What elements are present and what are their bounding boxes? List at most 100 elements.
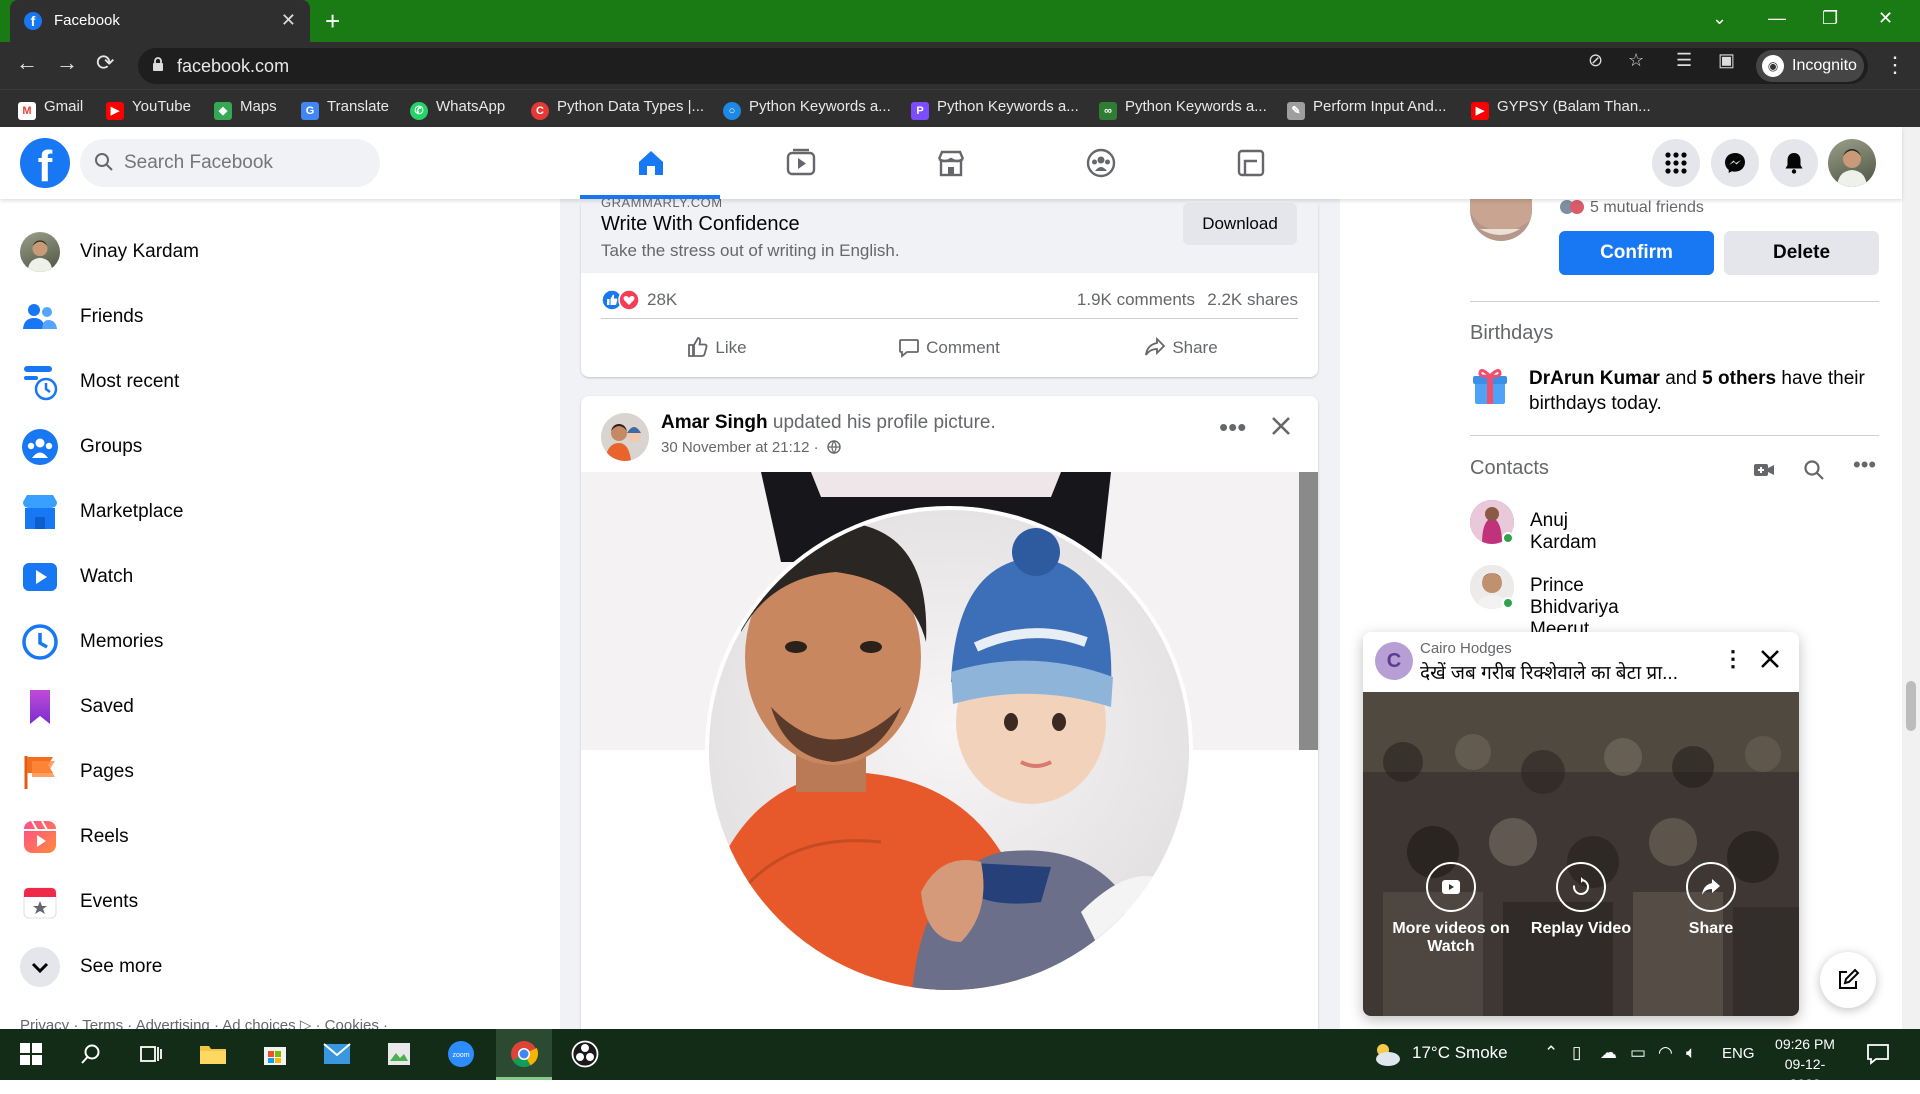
birthday-text[interactable]: DrArun Kumar and 5 others have their bir… xyxy=(1529,366,1879,416)
delete-button[interactable]: Delete xyxy=(1724,231,1879,275)
url-bar[interactable]: facebook.com xyxy=(138,48,1868,84)
back-icon[interactable]: ← xyxy=(16,50,38,76)
close-window-icon[interactable]: ✕ xyxy=(1878,8,1893,29)
sidebar-item-pages[interactable]: Pages xyxy=(18,744,438,800)
search-box[interactable] xyxy=(80,139,380,187)
task-view-icon[interactable] xyxy=(136,1039,166,1069)
sidebar-item-saved[interactable]: Saved xyxy=(18,679,438,735)
messenger-button[interactable] xyxy=(1711,139,1759,187)
taskbar-search-icon[interactable] xyxy=(76,1039,106,1069)
show-hidden-icons[interactable]: ⌃ xyxy=(1544,1043,1558,1063)
ad-link-preview[interactable]: GRAMMARLY.COM Write With Confidence Take… xyxy=(581,195,1318,273)
replay-video-button[interactable]: Replay Video xyxy=(1511,862,1651,938)
new-room-icon[interactable] xyxy=(1752,458,1776,487)
restore-icon[interactable]: ❐ xyxy=(1822,8,1838,29)
sidebar-item-marketplace[interactable]: Marketplace xyxy=(18,484,438,540)
sidebar-profile[interactable]: Vinay Kardam xyxy=(18,224,438,280)
volume-icon[interactable]: 🔈︎ xyxy=(1686,1043,1696,1063)
scrollbar-thumb[interactable] xyxy=(1906,681,1916,731)
sidebar-item-groups[interactable]: Groups xyxy=(18,419,438,475)
friend-request-avatar[interactable] xyxy=(1470,199,1532,241)
weather-text[interactable]: 17°C Smoke xyxy=(1412,1043,1508,1063)
bookmark-whatsapp[interactable]: ✆ WhatsApp xyxy=(410,98,505,120)
wifi-icon[interactable]: ◠ xyxy=(1658,1043,1673,1063)
zoom-icon[interactable]: zoom xyxy=(446,1039,476,1069)
channel-name[interactable]: Cairo Hodges xyxy=(1420,640,1512,657)
mutual-friends-row[interactable]: 5 mutual friends xyxy=(1560,199,1704,217)
browser-menu-icon[interactable]: ⋮ xyxy=(1884,52,1906,78)
file-explorer-icon[interactable] xyxy=(198,1039,228,1069)
comment-button[interactable]: Comment xyxy=(833,326,1065,370)
see-more-button[interactable]: See more xyxy=(18,939,438,995)
battery-icon[interactable]: ▭ xyxy=(1630,1043,1646,1063)
tab-marketplace[interactable] xyxy=(880,127,1020,199)
hide-post-icon[interactable] xyxy=(1269,414,1293,443)
birthday-others[interactable]: 5 others xyxy=(1702,368,1776,389)
tab-watch[interactable] xyxy=(730,127,870,199)
new-message-button[interactable] xyxy=(1820,952,1876,1008)
reactions-count[interactable]: 28K xyxy=(647,290,677,310)
bookmark-python-keywords-2[interactable]: P Python Keywords a... xyxy=(911,98,1079,120)
bookmark-python-keywords-3[interactable]: ∞ Python Keywords a... xyxy=(1099,98,1267,120)
bookmark-python-data-types[interactable]: C Python Data Types |... xyxy=(531,98,704,120)
language-indicator[interactable]: ENG xyxy=(1722,1045,1755,1062)
chrome-taskbar-button[interactable] xyxy=(496,1029,552,1080)
sidebar-item-memories[interactable]: Memories xyxy=(18,614,438,670)
bookmark-translate[interactable]: G Translate xyxy=(301,98,389,120)
like-button[interactable]: Like xyxy=(601,326,833,370)
birthday-name[interactable]: DrArun Kumar xyxy=(1529,368,1660,389)
post-timestamp[interactable]: 30 November at 21:12 · xyxy=(661,439,819,456)
forward-icon[interactable]: → xyxy=(56,50,78,76)
video-options-icon[interactable]: ⋮ xyxy=(1722,646,1744,672)
close-video-icon[interactable] xyxy=(1759,648,1781,675)
shares-count[interactable]: 2.2K shares xyxy=(1207,290,1298,310)
menu-grid-button[interactable] xyxy=(1652,139,1700,187)
sidebar-item-friends[interactable]: Friends xyxy=(18,289,438,345)
tab-search-chevron-icon[interactable]: ⌄ xyxy=(1712,8,1727,29)
microsoft-store-icon[interactable] xyxy=(260,1039,290,1069)
notifications-button[interactable] xyxy=(1770,139,1818,187)
bookmark-star-icon[interactable]: ☆ xyxy=(1628,50,1644,71)
bookmark-perform-input[interactable]: ✎ Perform Input And... xyxy=(1287,98,1446,120)
bookmark-gmail[interactable]: M Gmail xyxy=(18,98,83,120)
new-tab-icon[interactable]: + xyxy=(325,6,340,37)
post-options-icon[interactable]: ••• xyxy=(1219,412,1246,443)
bookmark-gypsy[interactable]: ▶ GYPSY (Balam Than... xyxy=(1471,98,1651,120)
more-videos-on-watch-button[interactable]: More videos on Watch xyxy=(1381,862,1521,956)
tab-gaming[interactable] xyxy=(1180,127,1320,199)
search-input[interactable] xyxy=(124,147,364,179)
tab-groups[interactable] xyxy=(1030,127,1170,199)
sidebar-item-reels[interactable]: Reels xyxy=(18,809,438,865)
video-title[interactable]: देखें जब गरीब रिक्शेवाले का बेटा प्रा... xyxy=(1420,659,1678,685)
mail-icon[interactable] xyxy=(322,1039,352,1069)
page-scrollbar[interactable] xyxy=(1902,127,1920,1029)
clock[interactable]: 09:26 PM 09-12-2022 xyxy=(1770,1034,1840,1094)
comments-count[interactable]: 1.9K comments xyxy=(1077,290,1195,310)
device-icon[interactable]: ▯ xyxy=(1572,1043,1581,1063)
video-frame[interactable]: More videos on Watch Replay Video Share xyxy=(1363,692,1799,1016)
bookmark-python-keywords-1[interactable]: ○ Python Keywords a... xyxy=(723,98,891,120)
minimize-icon[interactable]: — xyxy=(1768,8,1786,29)
reading-list-icon[interactable]: ☰ xyxy=(1676,50,1692,71)
close-tab-icon[interactable]: ✕ xyxy=(281,10,296,31)
confirm-button[interactable]: Confirm xyxy=(1559,231,1714,275)
reload-icon[interactable]: ⟳ xyxy=(96,50,114,76)
bookmark-youtube[interactable]: ▶ YouTube xyxy=(106,98,191,120)
search-contacts-icon[interactable] xyxy=(1802,458,1826,487)
contacts-options-icon[interactable]: ••• xyxy=(1853,452,1876,478)
bookmark-maps[interactable]: ◆ Maps xyxy=(214,98,277,120)
author-avatar[interactable] xyxy=(601,413,649,461)
sidebar-item-most-recent[interactable]: Most recent xyxy=(18,354,438,410)
post-author[interactable]: Amar Singh xyxy=(661,412,768,433)
account-avatar[interactable] xyxy=(1828,139,1876,187)
photo-editor-icon[interactable] xyxy=(384,1039,414,1069)
side-panel-icon[interactable]: ▣ xyxy=(1718,50,1735,71)
tab-home[interactable] xyxy=(580,127,720,199)
browser-tab[interactable]: f Facebook ✕ xyxy=(10,0,310,42)
share-video-button[interactable]: Share xyxy=(1641,862,1781,938)
facebook-logo-icon[interactable]: f xyxy=(20,138,70,191)
weather-icon[interactable] xyxy=(1370,1039,1402,1074)
share-button[interactable]: Share xyxy=(1065,326,1297,370)
sidebar-item-events[interactable]: Events xyxy=(18,874,438,930)
post-photo[interactable] xyxy=(581,472,1318,1046)
